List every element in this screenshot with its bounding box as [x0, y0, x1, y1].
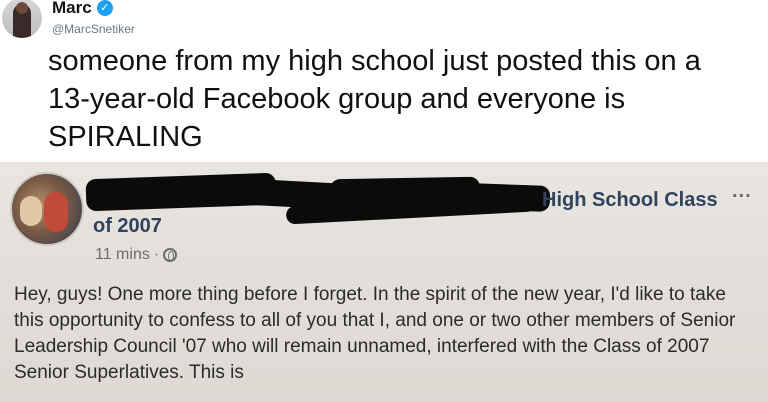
- post-timestamp[interactable]: 11 mins: [95, 246, 150, 264]
- tweet-card: Marc ✓ @MarcSnetiker someone from my hig…: [0, 0, 768, 160]
- author-avatar[interactable]: [2, 0, 42, 38]
- author-name[interactable]: Marc: [52, 0, 92, 18]
- public-globe-icon[interactable]: [163, 248, 178, 262]
- tweet-text: someone from my high school just posted …: [48, 45, 701, 153]
- facebook-post-photo: High School Class ... of 2007 11 mins · …: [0, 162, 768, 402]
- avatar-person-right: [44, 192, 68, 232]
- avatar-person-left: [20, 196, 42, 226]
- author-handle[interactable]: @MarcSnetiker: [52, 22, 135, 36]
- author-name-row: Marc ✓: [52, 0, 113, 19]
- more-options-icon[interactable]: ...: [732, 180, 752, 203]
- group-member-avatar: [10, 172, 84, 246]
- post-body-text: Hey, guys! One more thing before I forge…: [14, 284, 736, 383]
- post-meta: 11 mins ·: [95, 246, 178, 264]
- avatar-head: [16, 2, 28, 14]
- group-name[interactable]: High School Class: [542, 189, 718, 212]
- verified-badge-icon: ✓: [96, 0, 113, 16]
- meta-separator: ·: [153, 246, 160, 263]
- group-name-continued[interactable]: of 2007: [93, 215, 162, 238]
- redaction-mark: [85, 172, 277, 212]
